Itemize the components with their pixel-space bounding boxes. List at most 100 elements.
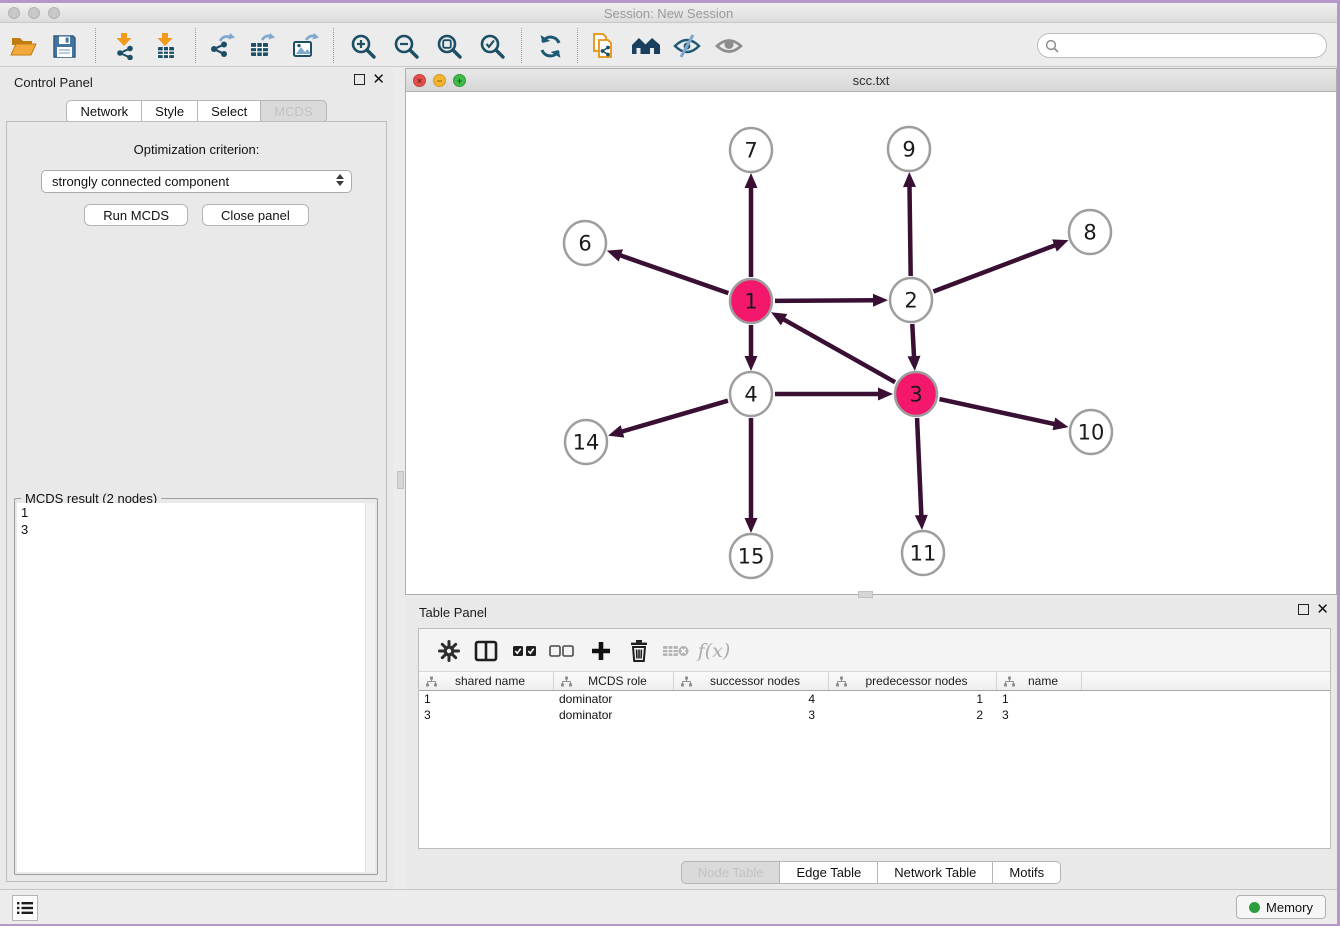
edge-3-11[interactable]	[917, 418, 921, 518]
column-header-MCDS-role[interactable]: MCDS role	[554, 672, 674, 690]
column-visibility-icon[interactable]	[472, 637, 500, 665]
graph-node-label: 2	[904, 289, 917, 313]
edge-arrowhead	[1052, 239, 1068, 251]
tab-edge-table[interactable]: Edge Table	[779, 861, 878, 884]
search-field	[1037, 33, 1327, 58]
import-table-icon[interactable]	[151, 31, 181, 61]
optimization-criterion-select[interactable]: strongly connected component	[41, 170, 352, 193]
network-canvas[interactable]: 7968124314101511	[406, 92, 1336, 594]
table-cell: 1	[997, 691, 1082, 707]
edge-arrowhead	[608, 425, 624, 437]
edge-arrowhead	[878, 388, 893, 401]
tab-style[interactable]: Style	[141, 100, 198, 123]
column-header-name[interactable]: name	[997, 672, 1082, 690]
close-panel-icon[interactable]: ✕	[372, 74, 385, 85]
result-scrollbar[interactable]	[365, 503, 375, 872]
edge-arrowhead	[1052, 418, 1068, 431]
graph-node-label: 14	[573, 431, 600, 455]
graph-node-label: 10	[1078, 421, 1105, 445]
table-row[interactable]: 3dominator323	[419, 707, 1330, 723]
graph-node-label: 3	[909, 383, 922, 407]
edge-3-10[interactable]	[939, 399, 1056, 424]
horizontal-splitter-grip[interactable]	[858, 591, 873, 598]
tab-network[interactable]: Network	[66, 100, 142, 123]
network-view-window: × − + scc.txt 7968124314101511	[405, 68, 1337, 595]
session-title: Session: New Session	[0, 6, 1337, 21]
zoom-fit-icon[interactable]	[434, 31, 464, 61]
close-panel-button[interactable]: Close panel	[202, 204, 309, 226]
memory-status-icon	[1249, 902, 1260, 913]
add-column-icon[interactable]	[587, 637, 615, 665]
task-history-button[interactable]	[12, 895, 38, 921]
search-icon	[1045, 39, 1059, 53]
mcds-result-text[interactable]: 1 3	[17, 503, 365, 872]
network-window-titlebar[interactable]: × − + scc.txt	[406, 69, 1336, 92]
edge-2-8[interactable]	[933, 244, 1057, 291]
table-settings-gear-icon[interactable]	[435, 637, 463, 665]
control-panel: Control Panel ✕ NetworkStyleSelectMCDS O…	[0, 68, 393, 891]
tab-select[interactable]: Select	[197, 100, 261, 123]
table-cell: 3	[419, 707, 554, 723]
edge-arrowhead	[745, 356, 758, 371]
table-cell: 3	[674, 707, 829, 723]
delete-column-trash-icon[interactable]	[625, 637, 653, 665]
export-image-icon[interactable]	[290, 31, 320, 61]
tab-node-table[interactable]: Node Table	[681, 861, 781, 884]
edge-3-1[interactable]	[781, 318, 895, 382]
optimization-criterion-label: Optimization criterion:	[7, 142, 386, 157]
show-graphics-details-icon[interactable]	[714, 31, 744, 61]
close-table-panel-icon[interactable]: ✕	[1316, 604, 1329, 615]
tab-motifs[interactable]: Motifs	[992, 861, 1061, 884]
vertical-splitter-grip[interactable]	[397, 471, 404, 489]
edge-1-2[interactable]	[775, 300, 876, 301]
show-all-networks-icon[interactable]	[631, 31, 661, 61]
graph-node-label: 8	[1083, 221, 1096, 245]
save-session-icon[interactable]	[49, 31, 79, 61]
graph-node-label: 1	[744, 290, 757, 314]
column-header-successor-nodes[interactable]: successor nodes	[674, 672, 829, 690]
export-table-icon[interactable]	[247, 31, 277, 61]
zoom-out-icon[interactable]	[391, 31, 421, 61]
edge-arrowhead	[745, 518, 758, 533]
tab-mcds[interactable]: MCDS	[260, 100, 326, 123]
mcds-tab-content: Optimization criterion: strongly connect…	[6, 121, 387, 882]
select-all-rows-icon[interactable]	[511, 637, 539, 665]
run-mcds-button[interactable]: Run MCDS	[84, 204, 188, 226]
function-builder-icon-disabled: f(x)	[700, 637, 728, 665]
clone-network-icon[interactable]	[588, 31, 618, 61]
main-toolbar	[0, 24, 1337, 67]
edge-1-6[interactable]	[618, 255, 728, 294]
edge-arrowhead	[915, 515, 928, 530]
table-cell: dominator	[554, 691, 674, 707]
export-network-icon[interactable]	[206, 31, 236, 61]
float-table-panel-icon[interactable]	[1298, 604, 1309, 615]
apply-layout-icon[interactable]	[535, 31, 565, 61]
edge-2-3[interactable]	[912, 324, 914, 359]
control-panel-header: Control Panel ✕	[0, 68, 393, 96]
edge-4-14[interactable]	[620, 401, 728, 433]
float-panel-icon[interactable]	[354, 74, 365, 85]
table-panel-tabs: Node TableEdge TableNetwork TableMotifs	[405, 861, 1337, 884]
import-network-icon[interactable]	[110, 31, 140, 61]
table-cell: 2	[829, 707, 997, 723]
edge-arrowhead	[907, 356, 920, 371]
hide-selected-icon[interactable]	[672, 31, 702, 61]
search-input[interactable]	[1059, 36, 1326, 56]
table-row[interactable]: 1dominator411	[419, 691, 1330, 707]
table-column-headers: shared nameMCDS rolesuccessor nodesprede…	[419, 672, 1330, 691]
column-header-shared-name[interactable]: shared name	[419, 672, 554, 690]
table-cell: 1	[419, 691, 554, 707]
table-cell: 3	[997, 707, 1082, 723]
edge-2-9[interactable]	[909, 184, 910, 276]
zoom-in-icon[interactable]	[348, 31, 378, 61]
memory-button[interactable]: Memory	[1236, 895, 1326, 919]
table-cell: 4	[674, 691, 829, 707]
deselect-all-rows-icon[interactable]	[548, 637, 576, 665]
edge-arrowhead	[903, 172, 916, 187]
graph-node-label: 15	[738, 545, 765, 569]
open-session-icon[interactable]	[8, 31, 38, 61]
zoom-selected-icon[interactable]	[477, 31, 507, 61]
column-header-predecessor-nodes[interactable]: predecessor nodes	[829, 672, 997, 690]
tab-network-table[interactable]: Network Table	[877, 861, 993, 884]
memory-label: Memory	[1266, 900, 1313, 915]
